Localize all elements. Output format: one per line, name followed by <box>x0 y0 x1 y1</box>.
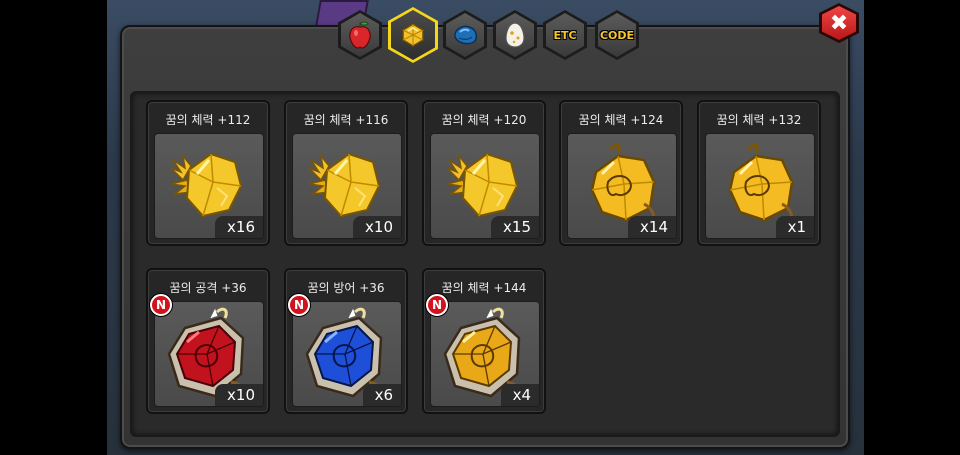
tab-etc[interactable]: ETC <box>543 10 587 60</box>
blue-stone-icon <box>454 25 478 45</box>
item-title: 꿈의 체력 +144 <box>441 281 527 295</box>
item-card[interactable]: 꿈의 체력 +144 x4 N <box>422 268 546 414</box>
item-card[interactable]: 꿈의 방어 +36 x6 N <box>284 268 408 414</box>
new-badge-icon: N <box>426 294 448 316</box>
tab-fruit[interactable] <box>338 10 382 60</box>
item-card[interactable]: 꿈의 체력 +132 x1 <box>697 100 821 246</box>
category-tabs: ETC CODE <box>338 4 643 63</box>
new-badge-icon: N <box>288 294 310 316</box>
item-card[interactable]: 꿈의 체력 +120 x15 <box>422 100 546 246</box>
item-card[interactable]: 꿈의 체력 +112 x16 <box>146 100 270 246</box>
item-title: 꿈의 체력 +112 <box>165 113 251 127</box>
item-slot: x14 <box>567 133 677 239</box>
tab-material[interactable] <box>443 10 487 60</box>
item-slot: x6 <box>292 301 402 407</box>
tab-egg[interactable] <box>493 10 537 60</box>
item-title: 꿈의 체력 +116 <box>303 113 389 127</box>
inventory-panel: 꿈의 체력 +112 x16 꿈의 체력 +116 x10 꿈의 체력 +120… <box>120 25 850 449</box>
egg-icon <box>505 22 525 48</box>
tab-gem[interactable] <box>388 7 438 63</box>
item-card[interactable]: 꿈의 공격 +36 x10 N <box>146 268 270 414</box>
item-slot: x10 <box>154 301 264 407</box>
item-count: x1 <box>775 216 814 238</box>
item-card[interactable]: 꿈의 체력 +116 x10 <box>284 100 408 246</box>
tab-code[interactable]: CODE <box>595 10 639 60</box>
item-count: x10 <box>353 216 401 238</box>
item-title: 꿈의 체력 +124 <box>578 113 664 127</box>
tab-code-label: CODE <box>599 28 635 42</box>
item-count: x16 <box>215 216 263 238</box>
item-slot: x4 <box>430 301 540 407</box>
item-title: 꿈의 체력 +132 <box>716 113 802 127</box>
item-card[interactable]: 꿈의 체력 +124 x14 <box>559 100 683 246</box>
yellow-gem-icon <box>402 23 424 47</box>
item-grid: 꿈의 체력 +112 x16 꿈의 체력 +116 x10 꿈의 체력 +120… <box>130 91 840 437</box>
item-count: x15 <box>491 216 539 238</box>
item-slot: x16 <box>154 133 264 239</box>
item-count: x10 <box>215 384 263 406</box>
new-badge-icon: N <box>150 294 172 316</box>
tab-etc-label: ETC <box>553 28 577 42</box>
item-slot: x10 <box>292 133 402 239</box>
item-count: x6 <box>362 384 401 406</box>
item-count: x14 <box>628 216 676 238</box>
item-count: x4 <box>500 384 539 406</box>
item-title: 꿈의 공격 +36 <box>169 281 247 295</box>
item-slot: x1 <box>705 133 815 239</box>
close-icon: ✖ <box>822 6 856 40</box>
item-title: 꿈의 체력 +120 <box>441 113 527 127</box>
item-title: 꿈의 방어 +36 <box>307 281 385 295</box>
item-slot: x15 <box>430 133 540 239</box>
red-fruit-icon <box>349 21 371 49</box>
